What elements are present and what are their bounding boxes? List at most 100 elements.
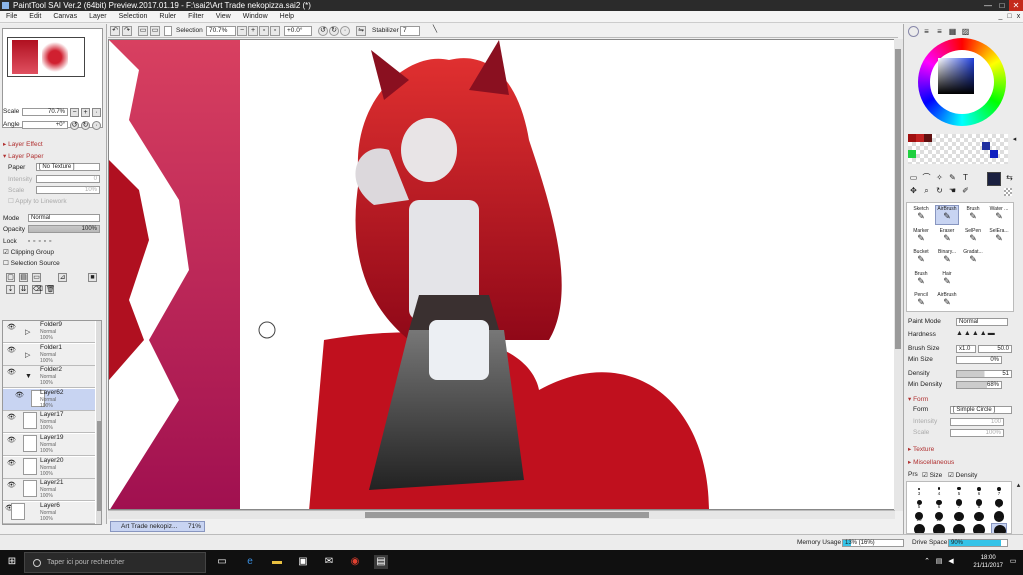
zoom-out-button[interactable]: −	[70, 108, 79, 117]
brush-tool[interactable]: SelPen ✎	[961, 227, 985, 247]
opacity-slider[interactable]: 100%	[28, 225, 100, 233]
undo-icon[interactable]: ↶	[110, 26, 120, 36]
brush-tool[interactable]: Sketch ✎	[909, 205, 933, 225]
brush-size-preset[interactable]: 3	[911, 484, 927, 496]
color-wheel-tab-icon[interactable]	[908, 26, 919, 37]
swatch-scroll-up-icon[interactable]: ◂	[1010, 136, 1019, 145]
brush-tool[interactable]: Gradat... ✎	[961, 248, 985, 268]
brush-size-preset[interactable]: 4	[931, 484, 947, 496]
brush-tool[interactable]: Hair ✎	[935, 270, 959, 290]
blend-mode-select[interactable]: Normal	[28, 214, 100, 222]
menu-layer[interactable]: Layer	[83, 11, 113, 22]
new-layer-icon[interactable]: ▢	[6, 273, 15, 282]
zoom-reset-button[interactable]: ·	[92, 108, 101, 117]
zoom-icon[interactable]: ⌕	[921, 185, 932, 196]
empty-tool-slot[interactable]	[987, 248, 1011, 268]
rotate-ccw-icon[interactable]: ↺	[318, 26, 328, 36]
visibility-eye-icon[interactable]: 👁	[7, 481, 16, 489]
magic-wand-icon[interactable]: ✧	[934, 172, 945, 183]
layer-row[interactable]: 👁 ▷ Folder1 Normal 100%	[3, 343, 95, 366]
brush-tool[interactable]: AirBrush ✎	[935, 291, 959, 311]
edge-icon[interactable]: e	[243, 555, 257, 569]
notifications-icon[interactable]: ▭	[1008, 555, 1018, 569]
visibility-eye-icon[interactable]: 👁	[7, 436, 16, 444]
layer-paper-section[interactable]: ▾ Layer Paper	[3, 152, 44, 160]
brush-size-preset[interactable]: 35	[951, 523, 967, 533]
brush-size-slider[interactable]: 50.0	[978, 345, 1012, 353]
layer-mask-icon[interactable]: ■	[88, 273, 97, 282]
menu-file[interactable]: File	[0, 11, 23, 22]
network-icon[interactable]: ▤	[934, 555, 944, 569]
zoom-in-button[interactable]: +	[81, 108, 90, 117]
density-slider[interactable]: 51	[956, 370, 1012, 378]
new-folder-icon[interactable]: ▭	[32, 273, 41, 282]
canvas-horizontal-scrollbar[interactable]	[108, 510, 895, 519]
mdi-close-button[interactable]: x	[1014, 11, 1023, 23]
brush-tool[interactable]: Water ... ✎	[987, 205, 1011, 225]
rgb-slider-tab-icon[interactable]: ≡	[921, 26, 932, 37]
brush-size-preset[interactable]: 6	[971, 484, 987, 496]
prs-size-checkbox[interactable]: ☑ Size	[922, 471, 942, 479]
brush-size-preset[interactable]: 16	[971, 510, 987, 522]
lock-icons[interactable]: ▫▫▫▫▫	[28, 237, 55, 246]
form-section[interactable]: ▾ Form	[908, 395, 928, 403]
menu-view[interactable]: View	[210, 11, 237, 22]
brush-tool[interactable]: AirBrush ✎	[935, 205, 959, 225]
maximize-button[interactable]: □	[995, 0, 1009, 11]
brush-size-preset[interactable]: 8	[971, 497, 987, 509]
toolbar-zoom-in-button[interactable]: +	[248, 26, 258, 36]
tray-up-icon[interactable]: ⌃	[922, 555, 932, 569]
toolbar-zoom-reset-button[interactable]: ▫	[270, 26, 280, 36]
brush-tool[interactable]: Pencil ✎	[909, 291, 933, 311]
layer-list-scroll-thumb[interactable]	[97, 421, 101, 511]
color-picker-icon[interactable]: ✐	[960, 185, 971, 196]
hardness-options[interactable]: ▲▲▲▲▬	[956, 330, 996, 337]
canvas-vertical-scroll-thumb[interactable]	[895, 49, 901, 349]
brush-tool[interactable]: Binary... ✎	[935, 248, 959, 268]
scale-field[interactable]: 70.7%	[22, 108, 68, 116]
menu-canvas[interactable]: Canvas	[47, 11, 83, 22]
swatch-5[interactable]	[982, 142, 990, 150]
angle-field[interactable]: +0°	[22, 121, 68, 129]
brush-size-preset[interactable]: 7	[951, 497, 967, 509]
visibility-eye-icon[interactable]: 👁	[7, 368, 16, 376]
mdi-restore-button[interactable]: □	[1005, 11, 1014, 23]
canvas[interactable]	[108, 39, 895, 510]
invert-selection-icon[interactable]: ▭	[150, 26, 160, 36]
hsv-slider-tab-icon[interactable]: ≡	[934, 26, 945, 37]
menu-help[interactable]: Help	[274, 11, 300, 22]
layer-row[interactable]: 👁 Layer21 Normal 100%	[3, 479, 95, 502]
layer-row[interactable]: 👁Layer5Normal100%	[3, 524, 95, 525]
eyedropper-icon[interactable]: ✎	[947, 172, 958, 183]
rotate-icon[interactable]: ↻	[934, 185, 945, 196]
brush-size-preset[interactable]: 40	[971, 523, 987, 533]
layer-row[interactable]: 👁 Layer6 Normal 100%	[3, 501, 95, 524]
layer-row[interactable]: 👁 Layer62 Normal 100%	[3, 388, 95, 411]
form-intensity-slider[interactable]: 100	[950, 418, 1004, 426]
color-swatch-grid[interactable]	[908, 134, 1008, 164]
layer-row[interactable]: 👁 Layer17 Normal 100%	[3, 411, 95, 434]
layer-row[interactable]: 👁 Layer19 Normal 100%	[3, 434, 95, 456]
minimize-button[interactable]: —	[981, 0, 995, 11]
layer-effect-section[interactable]: ▸ Layer Effect	[3, 140, 43, 148]
form-select[interactable]: [ Simple Circle ]	[950, 406, 1012, 414]
brush-tool[interactable]: Marker ✎	[909, 227, 933, 247]
move-icon[interactable]: ✥	[908, 185, 919, 196]
stabilizer-select[interactable]: 7	[400, 26, 420, 36]
menu-filter[interactable]: Filter	[182, 11, 210, 22]
layer-list-scrollbar[interactable]	[96, 321, 101, 524]
swatch-1[interactable]	[908, 134, 916, 142]
delete-layer-icon[interactable]: 🗑	[45, 285, 55, 294]
swatch-3[interactable]	[924, 134, 932, 142]
texture-section[interactable]: ▸ Texture	[908, 445, 934, 453]
brush-size-preset[interactable]: 12	[931, 510, 947, 522]
rotate-right-button[interactable]: ↻	[81, 121, 90, 130]
straight-line-icon[interactable]: ╲	[430, 26, 440, 36]
menu-window[interactable]: Window	[237, 11, 274, 22]
document-tab[interactable]: Art Trade nekopiz... 71%	[110, 521, 205, 532]
brush-tool[interactable]: Bucket ✎	[909, 248, 933, 268]
swatch-4[interactable]	[908, 150, 916, 158]
brush-size-preset[interactable]: 7	[991, 484, 1007, 496]
layer-row[interactable]: 👁 Layer20 Normal 100%	[3, 456, 95, 479]
visibility-eye-icon[interactable]: 👁	[15, 391, 24, 399]
